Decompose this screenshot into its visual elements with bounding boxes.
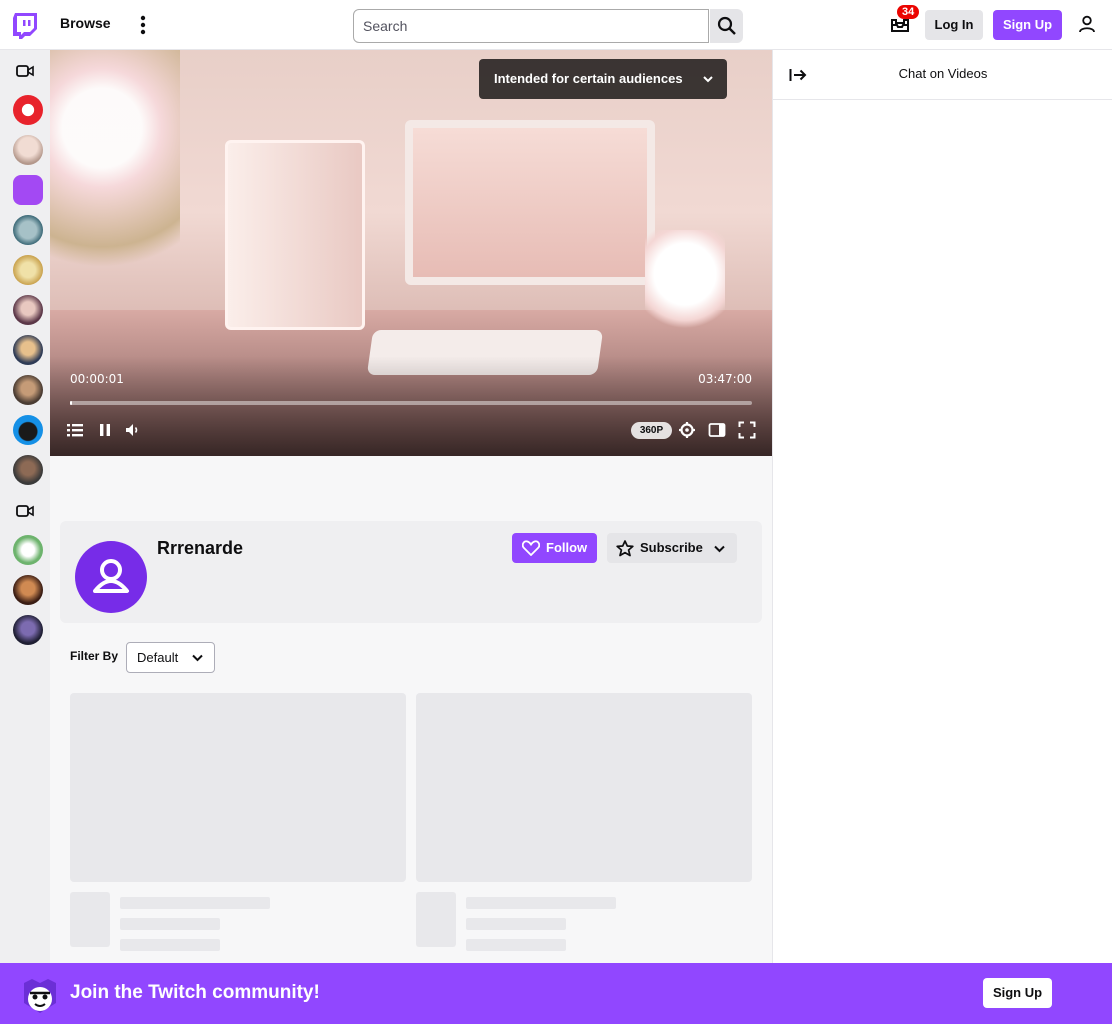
login-button[interactable]: Log In [925,10,983,40]
user-icon[interactable] [1078,15,1096,33]
glitch-mascot-icon [24,979,56,1013]
follow-label: Follow [546,540,588,555]
search-icon [717,16,736,35]
video-title-placeholder [120,897,270,909]
chevron-down-icon [703,76,713,83]
signup-button[interactable]: Sign Up [993,10,1062,40]
video-title-placeholder [466,897,616,909]
filter-by-label: Filter By [70,649,119,663]
filter-selected-value: Default [137,650,179,665]
recommended-channels-icon [16,505,34,517]
side-navigation [0,50,50,1024]
chat-panel: Chat on Videos [772,50,1112,1024]
chat-header: Chat on Videos [773,50,1112,100]
quality-badge[interactable]: 360P [631,422,672,439]
follow-button[interactable]: Follow [512,533,597,563]
video-frame-pc [225,140,365,330]
video-thumbnail-placeholder [70,693,406,882]
volume-icon[interactable] [124,421,142,439]
fullscreen-icon[interactable] [738,421,756,439]
filter-dropdown[interactable]: Default [126,642,215,673]
channel-name[interactable]: Rrrenarde [157,538,243,559]
banner-text: Join the Twitch community! [70,982,320,1003]
video-player[interactable]: Intended for certain audiences 00:00:01 … [50,50,772,456]
channel-avatar[interactable] [13,535,43,565]
channel-avatar[interactable] [13,215,43,245]
video-avatar-placeholder [416,892,456,947]
channel-avatar[interactable] [13,615,43,645]
video-meta-placeholder [120,918,220,930]
theatre-mode-icon[interactable] [708,421,726,439]
followed-channels-icon [16,65,34,77]
top-navigation-bar: Browse Search 34 Log In Sign Up [0,0,1112,50]
channel-avatar[interactable] [13,575,43,605]
video-frame-monitor [405,120,655,285]
content-classification-dropdown[interactable]: Intended for certain audiences [479,59,727,99]
channel-avatar[interactable] [13,415,43,445]
join-community-banner: Join the Twitch community! Sign Up [0,963,1112,1024]
video-frame-flowers [50,50,180,310]
player-controls-gradient [50,356,772,456]
current-time: 00:00:01 [70,372,124,386]
playlist-icon[interactable] [66,421,84,439]
channel-avatar-large[interactable] [75,541,147,613]
content-classification-label: Intended for certain audiences [494,71,683,86]
video-avatar-placeholder [70,892,110,947]
video-meta-placeholder [466,939,566,951]
subscribe-label: Subscribe [640,540,703,555]
more-options-icon[interactable] [136,14,150,36]
search-input[interactable]: Search [353,9,709,43]
channel-avatar[interactable] [13,175,43,205]
chat-title: Chat on Videos [898,66,988,81]
video-thumbnail-placeholder [416,693,752,882]
settings-gear-icon[interactable] [678,421,696,439]
channel-avatar[interactable] [13,95,43,125]
channel-avatar[interactable] [13,375,43,405]
subscribe-button[interactable]: Subscribe [607,533,737,563]
heart-icon [522,540,540,556]
banner-signup-button[interactable]: Sign Up [983,978,1052,1008]
twitch-logo-icon[interactable] [12,12,38,40]
channel-avatar[interactable] [13,455,43,485]
inbox-count-badge: 34 [897,5,920,19]
seek-bar-progress [70,401,72,405]
chevron-down-icon [192,654,203,662]
search-button[interactable] [710,9,743,43]
chevron-down-icon [714,545,725,553]
channel-info-card: Rrrenarde Follow Subscribe [60,521,762,623]
seek-bar[interactable] [70,401,752,405]
browse-link[interactable]: Browse [60,15,111,31]
channel-avatar[interactable] [13,335,43,365]
pause-icon[interactable] [96,421,114,439]
default-user-icon [93,559,129,593]
video-meta-placeholder [466,918,566,930]
channel-avatar[interactable] [13,135,43,165]
channel-avatar[interactable] [13,255,43,285]
star-icon [616,540,634,557]
channel-avatar[interactable] [13,295,43,325]
total-duration: 03:47:00 [698,372,752,386]
video-meta-placeholder [120,939,220,951]
video-frame-fox [645,230,725,340]
